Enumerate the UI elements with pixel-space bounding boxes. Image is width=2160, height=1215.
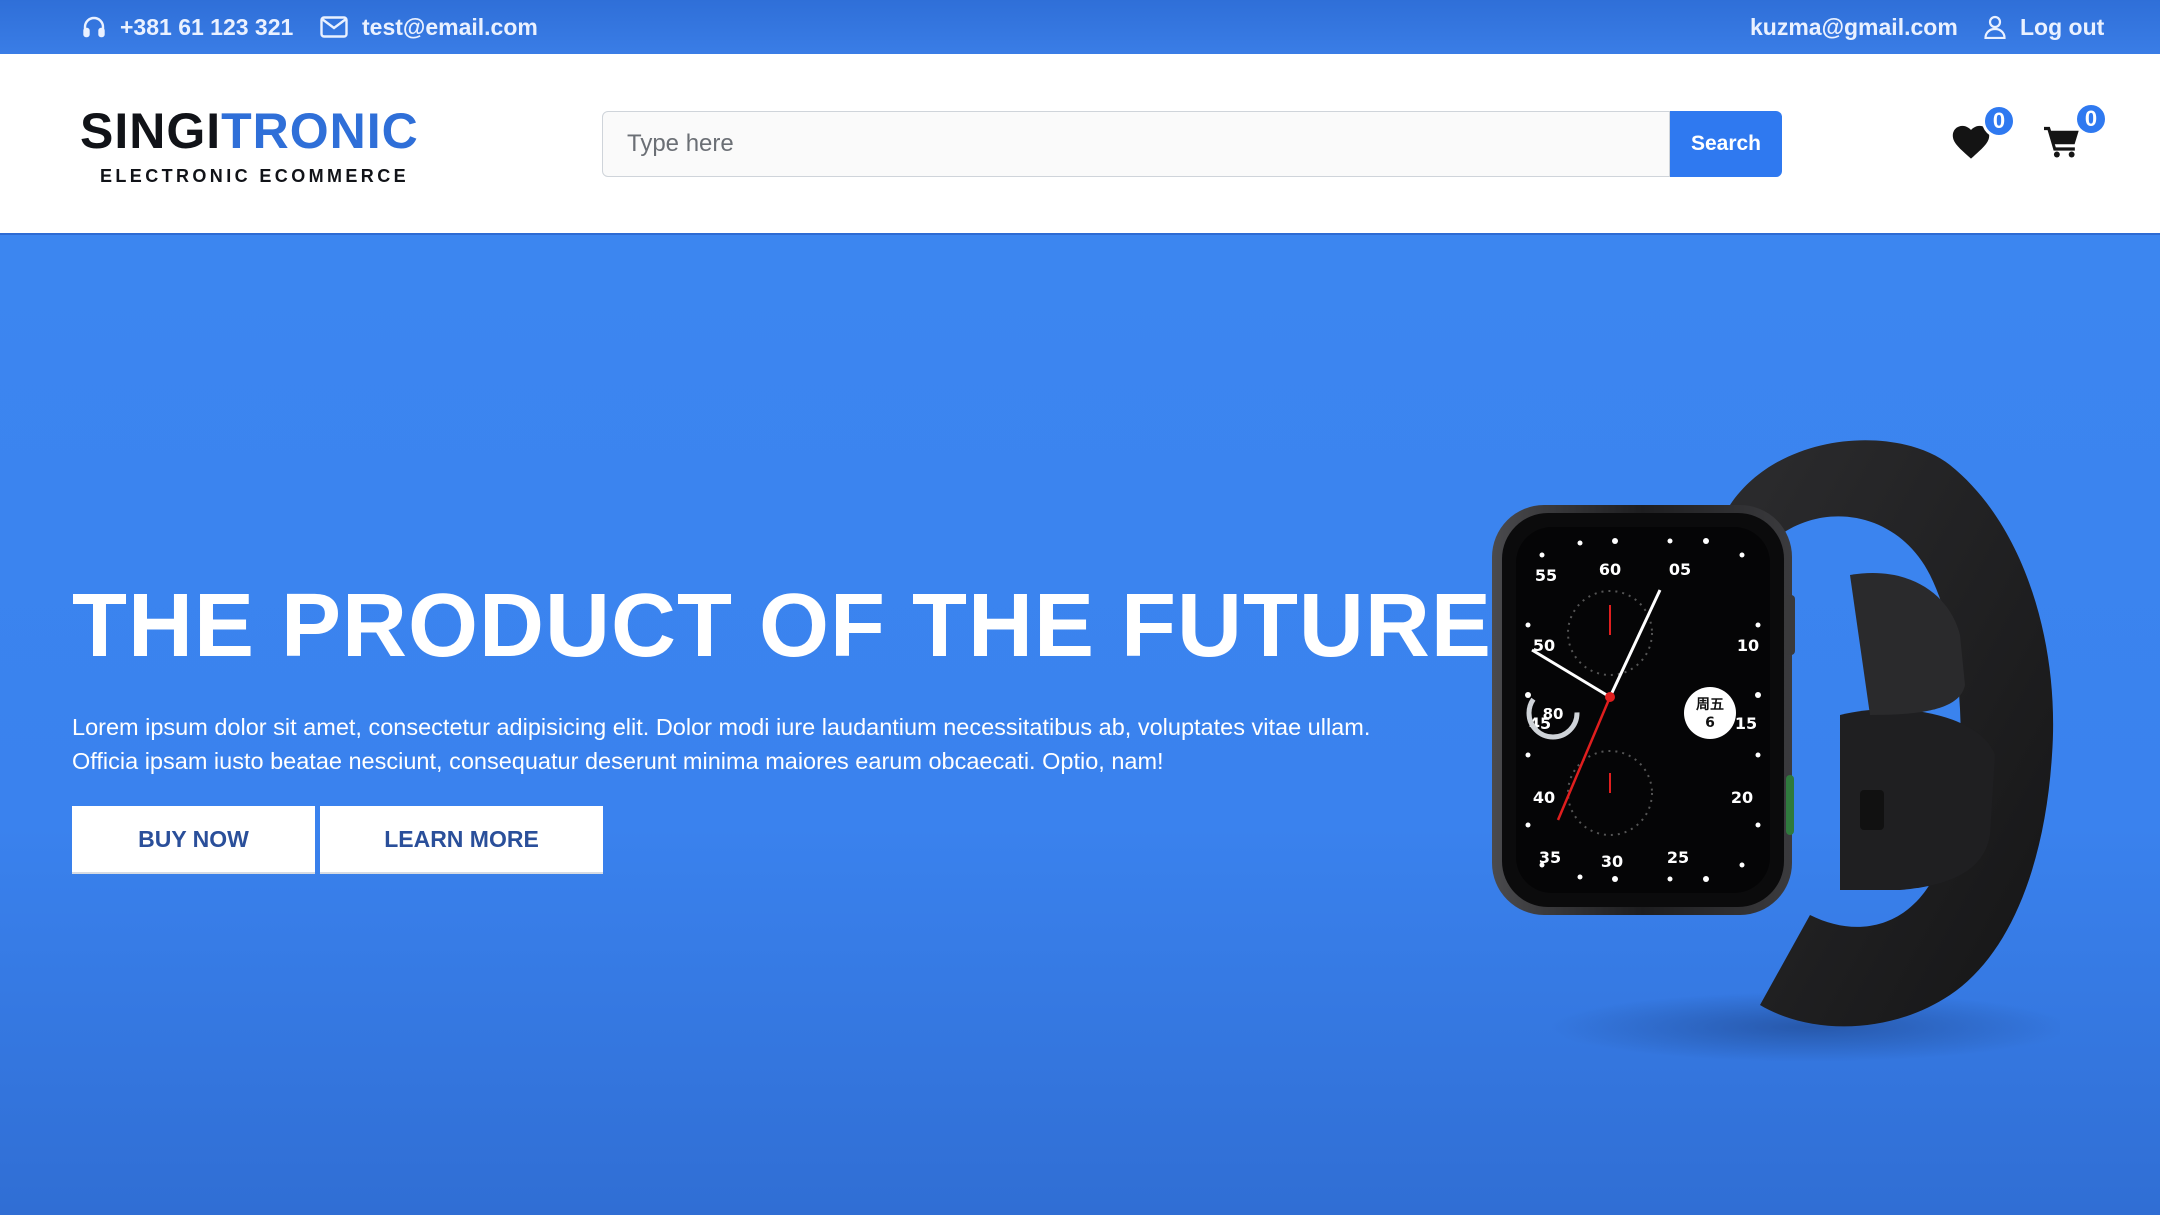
logo-text-blue: TRONIC (221, 103, 419, 159)
svg-text:55: 55 (1535, 566, 1557, 585)
hero-banner: THE PRODUCT OF THE FUTURE Lorem ipsum do… (0, 235, 2160, 1215)
phone-number: +381 61 123 321 (120, 13, 294, 40)
user-icon (1984, 15, 2006, 39)
svg-text:周五: 周五 (1696, 697, 1724, 713)
top-bar: +381 61 123 321 test@email.com kuzma@gma… (0, 0, 2160, 54)
heart-icon (1952, 125, 1990, 164)
user-email-link[interactable]: kuzma@gmail.com (1750, 0, 1958, 54)
logo-text-dark: SINGI (80, 103, 222, 159)
hero-description: Lorem ipsum dolor sit amet, consectetur … (72, 714, 1371, 774)
user-email: kuzma@gmail.com (1750, 13, 1958, 40)
cart-count-badge: 0 (2074, 102, 2108, 136)
headphones-icon (82, 15, 106, 39)
svg-text:40: 40 (1533, 788, 1555, 807)
site-header: SINGITRONIC ELECTRONIC ECOMMERCE Search … (0, 54, 2160, 235)
svg-text:10: 10 (1737, 636, 1759, 655)
contact-phone[interactable]: +381 61 123 321 (82, 0, 293, 54)
svg-text:25: 25 (1667, 848, 1689, 867)
logout-label: Log out (2020, 13, 2105, 40)
site-logo[interactable]: SINGITRONIC ELECTRONIC ECOMMERCE (80, 104, 419, 187)
buy-now-button[interactable]: BUY NOW (72, 806, 315, 874)
logo-wordmark: SINGITRONIC (80, 104, 419, 158)
svg-text:05: 05 (1669, 560, 1691, 579)
svg-text:6: 6 (1705, 715, 1715, 731)
wishlist-count-badge: 0 (1982, 104, 2016, 138)
logout-link[interactable]: Log out (1984, 0, 2104, 54)
contact-email[interactable]: test@email.com (320, 0, 538, 54)
search-button[interactable]: Search (1670, 111, 1782, 177)
wishlist-button[interactable]: 0 (1952, 104, 2016, 164)
svg-text:15: 15 (1735, 714, 1757, 733)
hero-title: THE PRODUCT OF THE FUTURE (72, 576, 1492, 676)
svg-text:80: 80 (1543, 705, 1564, 723)
svg-text:20: 20 (1731, 788, 1753, 807)
envelope-icon (320, 16, 348, 38)
logo-subtitle: ELECTRONIC ECOMMERCE (100, 166, 410, 186)
cart-button[interactable]: 0 (2044, 102, 2108, 164)
svg-text:35: 35 (1539, 848, 1561, 867)
cart-icon (2044, 126, 2080, 162)
smartwatch-image: 55 60 05 50 10 45 15 40 20 35 30 25 80 周五 6 (1480, 395, 2070, 1100)
svg-text:30: 30 (1601, 852, 1623, 871)
svg-text:60: 60 (1599, 560, 1621, 579)
learn-more-button[interactable]: LEARN MORE (320, 806, 603, 874)
search-input[interactable] (602, 111, 1670, 177)
email-address: test@email.com (362, 13, 538, 40)
